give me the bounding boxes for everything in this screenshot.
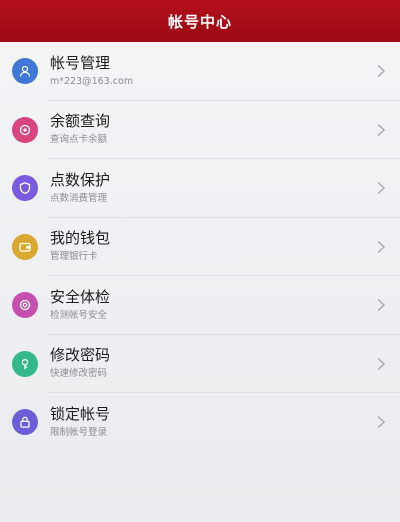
chevron-right-icon	[377, 240, 386, 253]
menu-item-label: 余额查询	[50, 112, 111, 131]
lock-icon	[12, 409, 38, 436]
menu-item-label: 点数保护	[50, 170, 111, 189]
menu-item-label: 修改密码	[50, 346, 111, 365]
menu-item-subtitle: 检测帐号安全	[50, 309, 108, 321]
chevron-right-icon	[377, 65, 386, 78]
menu-item-subtitle: 快速修改密码	[50, 368, 108, 380]
page-title: 帐号中心	[167, 12, 232, 31]
menu-item-balance-query[interactable]: 余额查询 查询点卡余额	[0, 101, 400, 159]
menu-item-label: 安全体检	[50, 287, 111, 306]
shield-icon	[12, 175, 38, 202]
menu-item-label: 我的钱包	[50, 229, 111, 248]
chevron-right-icon	[377, 182, 386, 195]
menu-item-subtitle: m*223@163.com	[50, 75, 134, 87]
chevron-right-icon	[377, 357, 386, 370]
menu-item-change-password[interactable]: 修改密码 快速修改密码	[0, 335, 400, 393]
menu-item-subtitle: 限制帐号登录	[50, 426, 108, 438]
menu-item-account-management[interactable]: 帐号管理 m*223@163.com	[0, 42, 400, 101]
wallet-icon	[12, 233, 38, 260]
menu-list: 帐号管理 m*223@163.com 余额查询 查询点卡余额 点数保护 点数消费…	[0, 42, 400, 452]
menu-item-points-protection[interactable]: 点数保护 点数消费管理	[0, 159, 400, 218]
menu-item-my-wallet[interactable]: 我的钱包 管理银行卡	[0, 218, 400, 276]
menu-item-subtitle: 管理银行卡	[50, 251, 98, 263]
menu-item-label: 锁定帐号	[50, 404, 111, 423]
title-bar: 帐号中心	[0, 0, 400, 42]
checkup-icon	[12, 292, 38, 319]
coin-icon	[12, 116, 38, 143]
menu-item-subtitle: 查询点卡余额	[50, 134, 108, 146]
menu-item-label: 帐号管理	[50, 53, 111, 72]
menu-item-lock-account[interactable]: 锁定帐号 限制帐号登录	[0, 393, 400, 452]
chevron-right-icon	[377, 416, 386, 429]
menu-item-security-checkup[interactable]: 安全体检 检测帐号安全	[0, 276, 400, 335]
person-icon	[12, 58, 38, 85]
chevron-right-icon	[377, 299, 386, 312]
key-icon	[12, 350, 38, 377]
menu-item-subtitle: 点数消费管理	[50, 192, 108, 204]
chevron-right-icon	[377, 123, 386, 136]
